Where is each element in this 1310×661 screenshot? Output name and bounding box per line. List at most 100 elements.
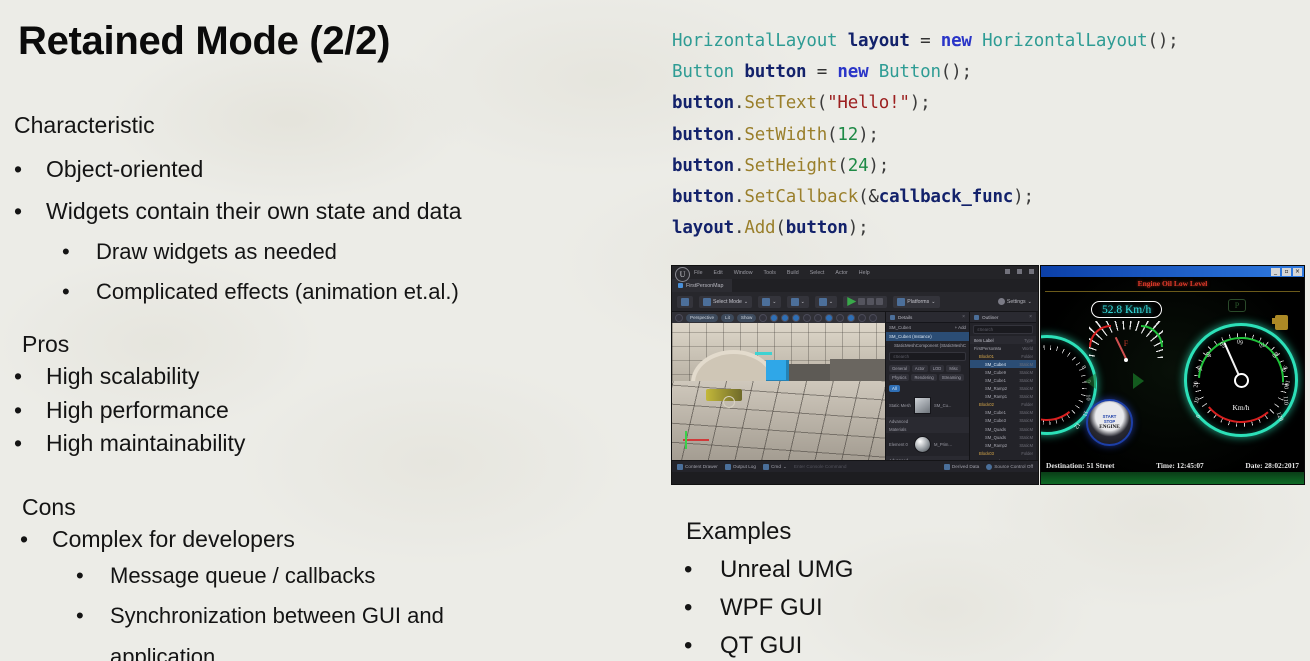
world-coords-icon[interactable]: [803, 313, 812, 322]
gear-icon: [997, 298, 1005, 305]
blueprint-button[interactable]: ⌄: [786, 295, 809, 308]
outliner-row-type: StaticM: [1019, 418, 1033, 424]
lit-dropdown[interactable]: Lit: [721, 313, 734, 322]
details-component-label: StaticMeshComponent (StaticMeshC...: [894, 343, 966, 348]
play-controls[interactable]: [843, 295, 888, 308]
chip-actor[interactable]: Actor: [911, 365, 928, 372]
menu-item-window[interactable]: Window: [734, 270, 753, 276]
bullet-marker: [62, 232, 96, 272]
start-stop-engine-button[interactable]: START STOP ENGINE: [1086, 399, 1133, 446]
console-command-input[interactable]: Enter Console Command: [794, 464, 847, 469]
menu-item-tools[interactable]: Tools: [764, 270, 776, 276]
derived-data-button[interactable]: Derived Data: [943, 463, 979, 470]
menu-item-build[interactable]: Build: [787, 270, 799, 276]
grid-snap-icon[interactable]: [825, 313, 834, 322]
divider: [1045, 291, 1300, 292]
details-section-advanced-1[interactable]: Advanced: [886, 417, 969, 425]
details-component-row[interactable]: StaticMeshComponent (StaticMeshC...: [886, 341, 969, 350]
details-tab[interactable]: Details ×: [886, 312, 969, 323]
minimize-icon[interactable]: _: [1271, 267, 1280, 276]
output-log-button[interactable]: Output Log: [724, 463, 756, 470]
element-value[interactable]: M_Prim...: [934, 442, 952, 447]
close-icon[interactable]: ×: [962, 314, 965, 320]
outliner-row[interactable]: SM_Cube3 StaticM: [970, 417, 1036, 425]
characteristic-sub-bullet-list: Draw widgets as needed Complicated effec…: [62, 232, 459, 313]
menu-item-edit[interactable]: Edit: [714, 270, 723, 276]
outliner-row[interactable]: FirstPersonMa World: [970, 344, 1036, 352]
surface-snap-icon[interactable]: [814, 313, 823, 322]
details-section-materials[interactable]: Materials: [886, 425, 969, 433]
menu-item-select[interactable]: Select: [810, 270, 825, 276]
window-controls: [1005, 269, 1034, 274]
scale-tool-icon[interactable]: [792, 313, 801, 322]
outliner-row[interactable]: Block02 Folder: [970, 401, 1036, 409]
outliner-row[interactable]: SM_Quads StaticM: [970, 425, 1036, 433]
maximize-icon[interactable]: ▫: [1282, 267, 1291, 276]
close-icon[interactable]: ×: [1029, 314, 1032, 320]
play-icon[interactable]: [847, 297, 857, 306]
rotation-snap-icon[interactable]: [836, 313, 845, 322]
outliner-row[interactable]: Block03 Folder: [970, 449, 1036, 457]
maximize-icon[interactable]: [1017, 269, 1022, 274]
outliner-row[interactable]: SM_Cube1 StaticM: [970, 457, 1036, 460]
skip-icon[interactable]: [858, 298, 866, 305]
static-mesh-value[interactable]: SM_Cu...: [934, 403, 951, 408]
add-component-button[interactable]: + Add: [955, 325, 966, 330]
chip-all[interactable]: All: [889, 385, 900, 392]
details-search-input[interactable]: ⌕ Search: [889, 352, 966, 361]
viewport-options-icon[interactable]: [675, 313, 683, 322]
perspective-dropdown[interactable]: Perspective: [686, 313, 719, 322]
outliner-row[interactable]: SM_Cube1 StaticM: [970, 376, 1036, 384]
list-item-label: Object-oriented: [46, 156, 204, 182]
close-icon[interactable]: ×: [1293, 267, 1302, 276]
menu-item-actor[interactable]: Actor: [835, 270, 847, 276]
cmd-dropdown[interactable]: Cmd ⌄: [763, 463, 787, 470]
static-mesh-thumbnail[interactable]: [914, 397, 931, 414]
material-thumbnail[interactable]: [914, 436, 931, 453]
outliner-row[interactable]: SM_Ramp2 StaticM: [970, 385, 1036, 393]
rotate-tool-icon[interactable]: [781, 313, 790, 322]
minimize-icon[interactable]: [1005, 269, 1010, 274]
select-mode-dropdown[interactable]: Select Mode ⌄: [699, 295, 753, 308]
outliner-row[interactable]: SM_Ramp1 StaticM: [970, 393, 1036, 401]
outliner-row[interactable]: Block01 Folder: [970, 352, 1036, 360]
menu-item-file[interactable]: File: [694, 270, 703, 276]
chip-physics[interactable]: Physics: [889, 374, 910, 381]
show-dropdown[interactable]: Show: [736, 313, 757, 322]
camera-speed-icon[interactable]: [858, 313, 867, 322]
source-control-button[interactable]: Source Control Off: [986, 463, 1033, 470]
settings-dropdown[interactable]: Settings ⌄: [997, 298, 1032, 305]
close-icon[interactable]: [1029, 269, 1034, 274]
chip-general[interactable]: General: [889, 365, 910, 372]
content-drawer-button[interactable]: Content Drawer: [677, 463, 718, 470]
outliner-row[interactable]: SM_Quads StaticM: [970, 433, 1036, 441]
details-section-advanced-2[interactable]: Advanced: [886, 456, 969, 460]
speed-tick-label: 0: [1194, 413, 1203, 420]
chip-misc[interactable]: Misc: [946, 365, 961, 372]
scale-snap-icon[interactable]: [847, 313, 856, 322]
save-button[interactable]: [677, 295, 693, 308]
outliner-row[interactable]: SM_Cube9 StaticM: [970, 368, 1036, 376]
outliner-col-type[interactable]: Type: [1024, 338, 1036, 343]
chip-rendering[interactable]: Rendering: [911, 374, 937, 381]
pause-icon[interactable]: [867, 298, 875, 305]
content-add-button[interactable]: ⌄: [758, 295, 781, 308]
transform-gizmo[interactable]: [682, 422, 730, 450]
maximize-viewport-icon[interactable]: [869, 313, 878, 322]
cinematics-button[interactable]: ⌄: [814, 295, 838, 308]
chip-streaming[interactable]: Streaming: [938, 374, 964, 381]
outliner-search-input[interactable]: ⌕ Search: [973, 325, 1033, 334]
translate-tool-icon[interactable]: [770, 313, 779, 322]
outliner-tab[interactable]: Outliner ×: [970, 312, 1036, 323]
outliner-row[interactable]: SM_Cube1 StaticM: [970, 409, 1036, 417]
outliner-row[interactable]: SM_Ramp2 StaticM: [970, 441, 1036, 449]
details-selected-row[interactable]: SM_Cube4 (Instance): [886, 332, 969, 341]
chip-lod[interactable]: LOD: [929, 365, 945, 372]
eject-icon[interactable]: [876, 298, 884, 305]
select-tool-icon[interactable]: [759, 313, 768, 322]
outliner-row[interactable]: SM_Cube4 StaticM: [970, 360, 1036, 369]
unreal-viewport[interactable]: Perspective Lit Show: [672, 312, 885, 460]
outliner-col-name[interactable]: Item Label: [974, 338, 994, 343]
menu-item-help[interactable]: Help: [859, 270, 870, 276]
platforms-dropdown[interactable]: Platforms ⌄: [893, 295, 940, 308]
